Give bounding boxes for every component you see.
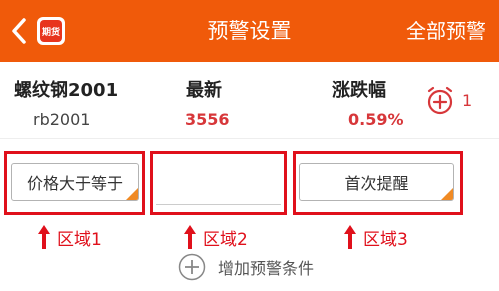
reminder-frequency-label: 首次提醒 <box>344 174 409 193</box>
add-condition-label: 增加预警条件 <box>218 259 315 278</box>
dropdown-corner-icon <box>441 188 453 200</box>
divider <box>0 138 499 139</box>
condition-operator-label: 价格大于等于 <box>26 174 123 193</box>
change-label: 涨跌幅 <box>332 80 386 101</box>
condition-operator-select[interactable]: 价格大于等于 <box>11 163 139 201</box>
region-3-annotation: 区域3 <box>343 223 408 251</box>
plus-circle-icon <box>178 253 206 281</box>
alert-count: 1 <box>462 91 473 110</box>
add-condition-button[interactable]: 增加预警条件 <box>178 252 314 282</box>
region-1-label: 区域1 <box>57 229 102 250</box>
symbol-name: 螺纹钢2001 <box>14 80 119 101</box>
dropdown-corner-icon <box>126 188 138 200</box>
add-alert-icon[interactable] <box>425 86 455 116</box>
latest-price: 3556 <box>185 110 230 129</box>
region-2-annotation: 区域2 <box>183 223 248 251</box>
up-arrow-icon <box>344 225 356 249</box>
region-3-label: 区域3 <box>363 229 408 250</box>
price-value-input[interactable] <box>156 159 281 205</box>
latest-label: 最新 <box>186 80 222 101</box>
up-arrow-icon <box>184 225 196 249</box>
header-bar: 期货 预警设置 全部预警 <box>0 0 499 62</box>
region-1-annotation: 区域1 <box>37 223 102 251</box>
change-percent: 0.59% <box>348 110 404 129</box>
all-alerts-button[interactable]: 全部预警 <box>406 0 486 62</box>
region-2-label: 区域2 <box>203 229 248 250</box>
up-arrow-icon <box>38 225 50 249</box>
symbol-code: rb2001 <box>33 110 91 129</box>
reminder-frequency-select[interactable]: 首次提醒 <box>299 163 454 201</box>
